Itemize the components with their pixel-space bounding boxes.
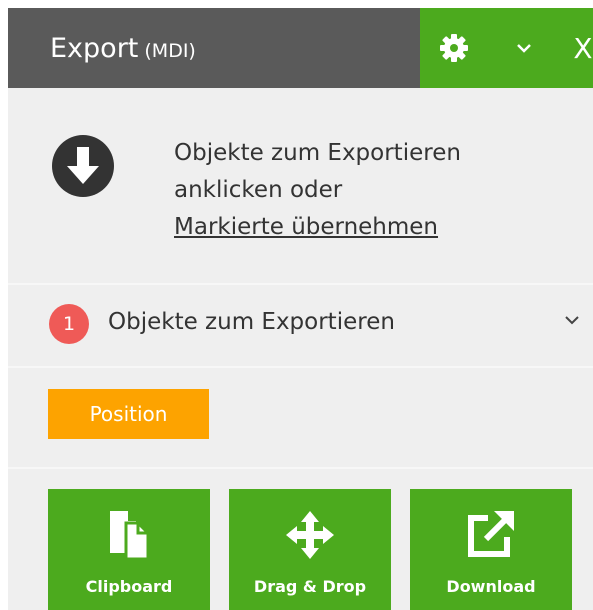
clipboard-button[interactable]: Clipboard [48, 489, 210, 610]
close-button[interactable]: X [568, 8, 593, 88]
clipboard-label: Clipboard [85, 577, 173, 596]
divider [8, 283, 593, 285]
collapse-button[interactable] [504, 8, 544, 88]
header-controls: X [420, 8, 593, 88]
header-title-area: Export (MDI) [8, 8, 420, 88]
move-arrows-icon [286, 511, 334, 559]
panel-title-text: Export [50, 33, 139, 64]
take-selected-link[interactable]: Markierte übernehmen [174, 214, 438, 240]
download-button[interactable]: Download [410, 489, 572, 610]
clipboard-icon [110, 511, 150, 561]
divider [8, 467, 593, 469]
external-link-icon [468, 511, 514, 557]
chevron-down-icon[interactable] [562, 310, 582, 330]
intro-section: Objekte zum Exportieren anklicken oder M… [8, 88, 593, 283]
intro-line-2: anklicken oder [174, 177, 343, 203]
download-label: Download [446, 577, 536, 596]
settings-button[interactable] [432, 8, 476, 88]
intro-line-1: Objekte zum Exportieren [174, 140, 461, 166]
panel-title-subtitle: (MDI) [144, 40, 196, 62]
export-panel: Export (MDI) X Objekte zum Exportieren a… [8, 8, 593, 610]
divider [8, 366, 593, 368]
gear-icon [440, 34, 468, 62]
drag-drop-label: Drag & Drop [253, 577, 367, 596]
chevron-down-icon [517, 44, 531, 53]
intro-text: Objekte zum Exportieren anklicken oder M… [174, 135, 574, 246]
panel-header: Export (MDI) X [8, 8, 593, 88]
panel-title: Export (MDI) [50, 33, 196, 64]
section-label: Objekte zum Exportieren [108, 309, 395, 335]
drag-drop-button[interactable]: Drag & Drop [229, 489, 391, 610]
count-badge: 1 [49, 304, 89, 344]
download-arrow-icon [52, 135, 114, 197]
position-tag[interactable]: Position [48, 389, 209, 439]
objects-section-header[interactable]: 1 Objekte zum Exportieren [8, 298, 593, 350]
